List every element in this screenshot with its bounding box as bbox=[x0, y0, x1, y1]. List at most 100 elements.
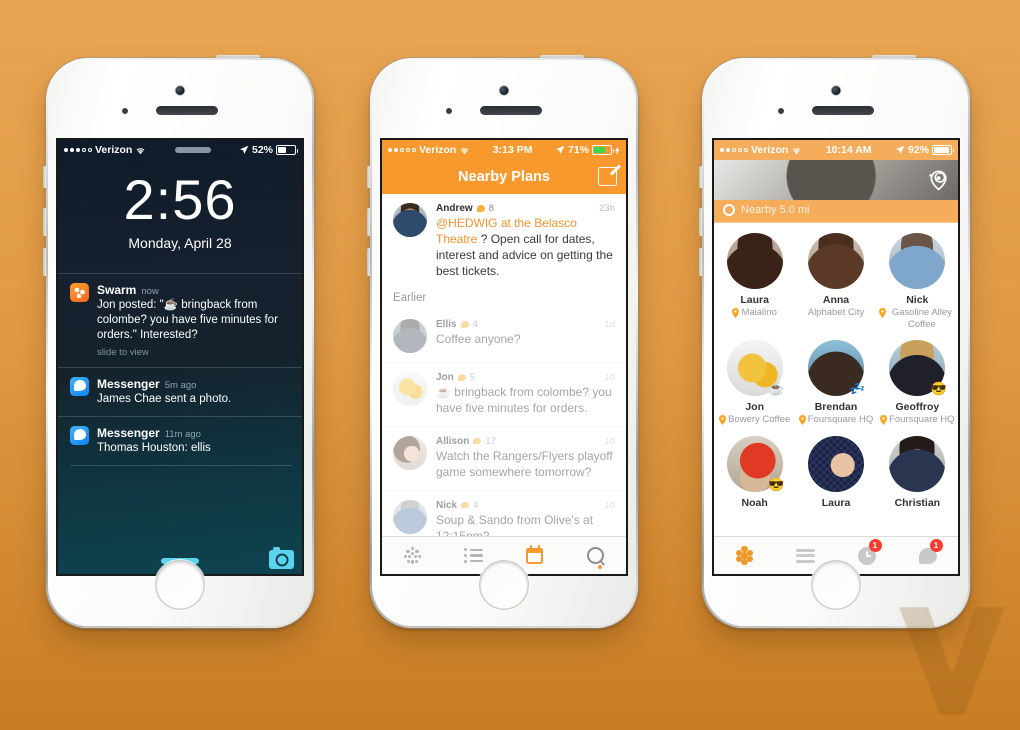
notification-time: 5m ago bbox=[164, 379, 197, 391]
tab-messages[interactable]: 1 bbox=[897, 537, 958, 574]
friend-venue: Maialino bbox=[732, 307, 777, 319]
home-button[interactable] bbox=[479, 560, 529, 610]
friends-row: Laura Maialino Anna Alphabet City Nick G… bbox=[714, 230, 958, 337]
carrier-label: Verizon bbox=[751, 144, 789, 156]
comment-count: 4 bbox=[472, 318, 478, 330]
search-icon bbox=[587, 547, 604, 564]
map-pin-icon bbox=[880, 415, 888, 426]
plan-post[interactable]: Andrew 8 23h @HEDWIG at the Belasco Thea… bbox=[382, 194, 626, 286]
avatar bbox=[889, 435, 946, 492]
mute-switch[interactable] bbox=[699, 166, 702, 188]
status-bar-lock: Verizon 52% bbox=[58, 140, 302, 160]
volume-up-button[interactable] bbox=[367, 208, 370, 236]
nearby-plans-app: Verizon 3:13 PM 71% Nearby Plans Andrew … bbox=[382, 140, 626, 574]
home-button[interactable] bbox=[811, 560, 861, 610]
map-pin-icon bbox=[732, 308, 740, 318]
signal-dots-icon bbox=[720, 148, 748, 152]
map-pin-icon bbox=[798, 415, 806, 426]
friend-cell[interactable]: Laura Maialino bbox=[714, 230, 795, 337]
friend-cell[interactable]: 😎 Noah bbox=[714, 433, 795, 516]
location-history-icon[interactable] bbox=[926, 169, 948, 191]
tab-friends[interactable] bbox=[382, 537, 443, 574]
compose-icon[interactable] bbox=[598, 167, 617, 186]
plan-post[interactable]: Allison 17 1d Watch the Rangers/Flyers p… bbox=[382, 427, 626, 491]
plan-post[interactable]: Nick 4 1d Soup & Sando from Olive's at 1… bbox=[382, 491, 626, 536]
volume-down-button[interactable] bbox=[699, 248, 702, 276]
home-button[interactable] bbox=[155, 560, 205, 610]
tab-nearby-friends[interactable] bbox=[714, 537, 775, 574]
earpiece-speaker bbox=[480, 106, 542, 115]
history-badge: 1 bbox=[868, 539, 882, 552]
friend-name: Noah bbox=[741, 496, 768, 509]
friend-cell[interactable]: Laura bbox=[795, 433, 876, 516]
carrier-label: Verizon bbox=[419, 144, 457, 156]
notification-app-name: Swarm bbox=[97, 283, 137, 297]
friend-cell[interactable]: ☕ Jon Bowery Coffee bbox=[714, 337, 795, 433]
avatar bbox=[889, 233, 946, 289]
mute-switch[interactable] bbox=[43, 166, 46, 188]
mute-switch[interactable] bbox=[367, 166, 370, 188]
friend-cell[interactable]: Nick Gasoline Alley Coffee bbox=[877, 230, 958, 337]
volume-down-button[interactable] bbox=[43, 248, 46, 276]
avatar: 💤 bbox=[807, 340, 866, 397]
volume-up-button[interactable] bbox=[43, 208, 46, 236]
avatar bbox=[393, 435, 427, 470]
friend-venue-label: Gasoline Alley Coffee bbox=[891, 307, 952, 330]
signal-dots-icon bbox=[64, 148, 92, 152]
volume-down-button[interactable] bbox=[367, 248, 370, 276]
nearby-label: Nearby 5.0 mi bbox=[741, 204, 810, 216]
power-button[interactable] bbox=[872, 55, 916, 58]
friend-cell[interactable]: Christian bbox=[877, 433, 958, 516]
post-time: 1d bbox=[604, 435, 615, 447]
friend-venue-label: Foursquare HQ bbox=[807, 414, 874, 426]
friend-name: Geoffroy bbox=[895, 401, 940, 414]
earpiece-speaker bbox=[812, 106, 874, 115]
location-arrow-icon bbox=[555, 145, 565, 154]
volume-up-button[interactable] bbox=[699, 208, 702, 236]
notification-slide-hint: slide to view bbox=[97, 346, 149, 358]
friend-venue-label: Foursquare HQ bbox=[889, 414, 955, 426]
lightning-bolt-icon bbox=[615, 145, 620, 155]
post-time: 1d bbox=[604, 371, 615, 383]
notification-item[interactable]: Swarm now Jon posted: "☕ bringback from … bbox=[58, 273, 302, 367]
plans-feed[interactable]: Andrew 8 23h @HEDWIG at the Belasco Thea… bbox=[382, 194, 626, 536]
notification-item[interactable]: Messenger 11m ago Thomas Houston: ellis bbox=[58, 415, 302, 465]
post-text: @HEDWIG at the Belasco Theatre ? Open ca… bbox=[436, 216, 617, 280]
post-text: Coffee anyone? bbox=[436, 331, 521, 346]
tab-search[interactable] bbox=[565, 537, 626, 574]
comment-count: 8 bbox=[488, 203, 494, 214]
avatar: 😎 bbox=[889, 340, 947, 397]
earpiece-speaker bbox=[156, 106, 218, 115]
notification-item[interactable]: Messenger 5m ago James Chae sent a photo… bbox=[58, 366, 302, 416]
friend-cell[interactable]: Anna Alphabet City bbox=[795, 230, 876, 337]
screen-friends: Verizon 10:14 AM 92% Nearby 5.0 mi Laura… bbox=[714, 140, 958, 574]
avatar bbox=[807, 233, 864, 289]
battery-icon bbox=[592, 145, 614, 155]
avatar[interactable] bbox=[714, 160, 958, 200]
friend-venue: Foursquare HQ bbox=[798, 414, 874, 426]
friend-cell[interactable]: 💤 Brendan Foursquare HQ bbox=[795, 337, 876, 433]
power-button[interactable] bbox=[216, 55, 260, 58]
plan-post[interactable]: Jon 5 1d ☕ bringback from colombe? you h… bbox=[382, 363, 626, 427]
comment-bubble-icon bbox=[460, 321, 469, 328]
post-author: Nick bbox=[436, 499, 458, 511]
power-button[interactable] bbox=[540, 55, 584, 58]
friends-grid[interactable]: Laura Maialino Anna Alphabet City Nick G… bbox=[714, 223, 958, 536]
avatar bbox=[393, 499, 427, 534]
notification-time: 11m ago bbox=[164, 428, 201, 440]
comment-bubble-icon bbox=[473, 437, 482, 445]
location-arrow-icon bbox=[895, 145, 905, 154]
plan-post[interactable]: Ellis 4 1d Coffee anyone? bbox=[382, 310, 626, 363]
friend-cell[interactable]: 😎 Geoffroy Foursquare HQ bbox=[877, 337, 958, 433]
battery-icon bbox=[932, 145, 954, 155]
camera-icon[interactable] bbox=[269, 547, 294, 569]
radius-ring-icon bbox=[723, 204, 735, 216]
notification-text: Thomas Houston: ellis bbox=[97, 441, 211, 454]
friend-name: Brendan bbox=[814, 401, 858, 414]
hamburger-icon bbox=[796, 548, 815, 563]
comment-count: 17 bbox=[485, 435, 496, 447]
navbar-plans: Nearby Plans bbox=[382, 160, 626, 194]
nearby-filter-bar[interactable]: Nearby 5.0 mi bbox=[714, 200, 958, 223]
clock-time: 2:56 bbox=[123, 168, 237, 231]
friend-venue: Foursquare HQ bbox=[880, 414, 955, 426]
